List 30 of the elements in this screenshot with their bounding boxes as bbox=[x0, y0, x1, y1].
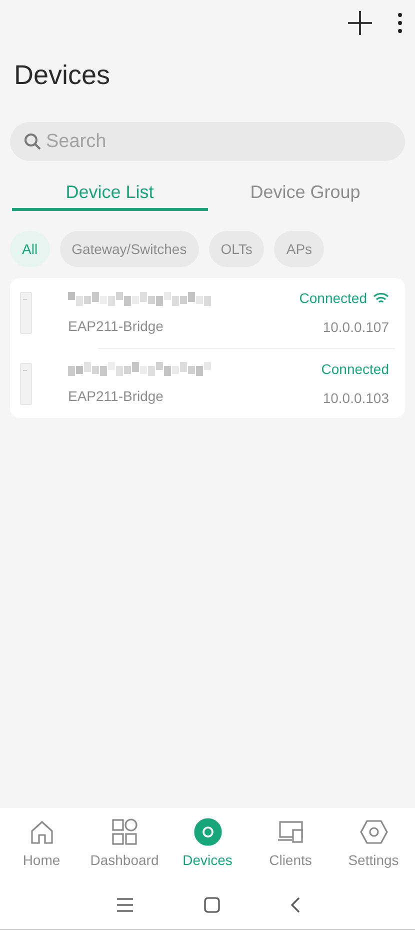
filter-chip[interactable]: All bbox=[10, 231, 50, 267]
nav-tab[interactable]: Dashboard bbox=[83, 818, 166, 870]
tab[interactable]: Device List bbox=[12, 177, 208, 211]
tab[interactable]: Device Group bbox=[208, 177, 403, 211]
device-model: EAP211-Bridge bbox=[68, 387, 164, 406]
access-point-icon bbox=[20, 292, 32, 334]
filter-chip[interactable]: APs bbox=[274, 231, 324, 267]
nav-tab[interactable]: Devices bbox=[166, 818, 249, 870]
back-icon[interactable] bbox=[290, 896, 300, 912]
access-point-icon bbox=[20, 362, 32, 404]
add-icon[interactable] bbox=[347, 10, 373, 36]
home-button-icon[interactable] bbox=[204, 896, 220, 912]
ip-address: 10.0.0.107 bbox=[322, 318, 389, 337]
nav-tab[interactable]: Settings bbox=[332, 818, 415, 870]
search-field[interactable]: Search bbox=[10, 122, 405, 161]
nav-tab[interactable]: Clients bbox=[249, 818, 332, 870]
search-icon bbox=[24, 133, 41, 150]
dashboard-icon bbox=[110, 818, 138, 846]
ip-address: 10.0.0.103 bbox=[322, 388, 389, 408]
menu-icon[interactable] bbox=[116, 898, 134, 912]
settings-icon bbox=[358, 818, 388, 846]
filter-chip[interactable]: Gateway/Switches bbox=[60, 231, 199, 267]
device-model: EAP211-Bridge bbox=[68, 316, 164, 336]
status-text: Connected bbox=[321, 360, 389, 378]
nav-tab[interactable]: Home bbox=[0, 818, 83, 870]
page-title: Devices bbox=[14, 59, 110, 92]
more-icon[interactable] bbox=[397, 12, 403, 34]
devices-icon bbox=[194, 818, 222, 846]
filter-chip[interactable]: OLTs bbox=[208, 231, 264, 267]
status-text: Connected bbox=[299, 289, 367, 308]
